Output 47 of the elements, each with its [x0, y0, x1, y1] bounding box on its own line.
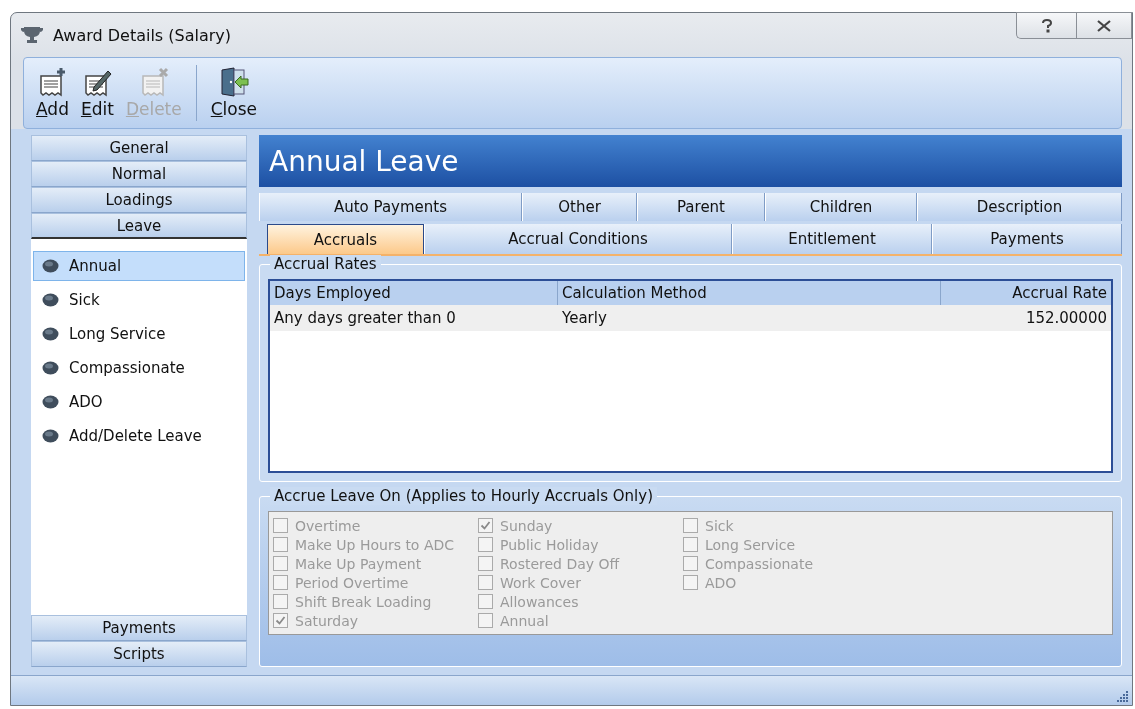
bullet-icon	[42, 395, 59, 409]
sidebar-section-button[interactable]: Loadings	[31, 187, 247, 213]
edit-button[interactable]: Edit	[76, 65, 118, 121]
tab[interactable]: Description	[917, 193, 1122, 221]
sidebar-section-button[interactable]: Scripts	[31, 641, 247, 667]
tab[interactable]: Other	[522, 193, 637, 221]
help-button[interactable]	[1016, 12, 1076, 39]
group-title: Accrue Leave On (Applies to Hourly Accruals Only)	[270, 487, 658, 505]
close-button[interactable]: Close	[206, 65, 262, 121]
help-icon	[1040, 18, 1053, 33]
leave-list-item[interactable]: Sick	[33, 285, 245, 315]
leave-list-item[interactable]: ADO	[33, 387, 245, 417]
table-cell: Yearly	[558, 305, 941, 331]
trophy-icon	[21, 25, 43, 45]
column-header[interactable]: Days Employed	[270, 281, 558, 305]
leave-list-item[interactable]: Compassionate	[33, 353, 245, 383]
bullet-icon	[42, 327, 59, 341]
close-icon	[1096, 19, 1112, 32]
bullet-icon	[42, 293, 59, 307]
close-button[interactable]	[1076, 12, 1132, 39]
table-cell: 152.00000	[941, 305, 1111, 331]
door-exit-icon	[218, 67, 249, 97]
column-header[interactable]: Accrual Rate	[941, 281, 1111, 305]
leave-list-item[interactable]: Add/Delete Leave	[33, 421, 245, 451]
column-header[interactable]: Calculation Method	[558, 281, 941, 305]
tab[interactable]: Accruals	[267, 224, 424, 254]
sidebar-section-button[interactable]: Payments	[31, 615, 247, 641]
resize-grip-icon	[1117, 690, 1129, 702]
tab[interactable]: Payments	[932, 224, 1122, 254]
tab[interactable]: Parent	[637, 193, 765, 221]
bullet-icon	[42, 429, 59, 443]
add-button[interactable]: Add	[32, 65, 73, 121]
bullet-icon	[42, 259, 59, 273]
tab[interactable]: Accrual Conditions	[424, 224, 732, 254]
sidebar-section-button[interactable]: General	[31, 135, 247, 161]
add-document-icon	[37, 67, 68, 97]
section-header: Annual Leave	[259, 135, 1122, 187]
table-cell: Any days greater than 0	[270, 305, 558, 331]
sidebar-section-button[interactable]: Leave	[31, 213, 247, 239]
sidebar-section-button[interactable]: Normal	[31, 161, 247, 187]
tab[interactable]: Entitlement	[732, 224, 932, 254]
tab[interactable]: Auto Payments	[259, 193, 522, 221]
bullet-icon	[42, 361, 59, 375]
leave-list-item[interactable]: Annual	[33, 251, 245, 281]
leave-list-item[interactable]: Long Service	[33, 319, 245, 349]
window-title: Award Details (Salary)	[53, 25, 232, 45]
tab[interactable]: Children	[765, 193, 917, 221]
